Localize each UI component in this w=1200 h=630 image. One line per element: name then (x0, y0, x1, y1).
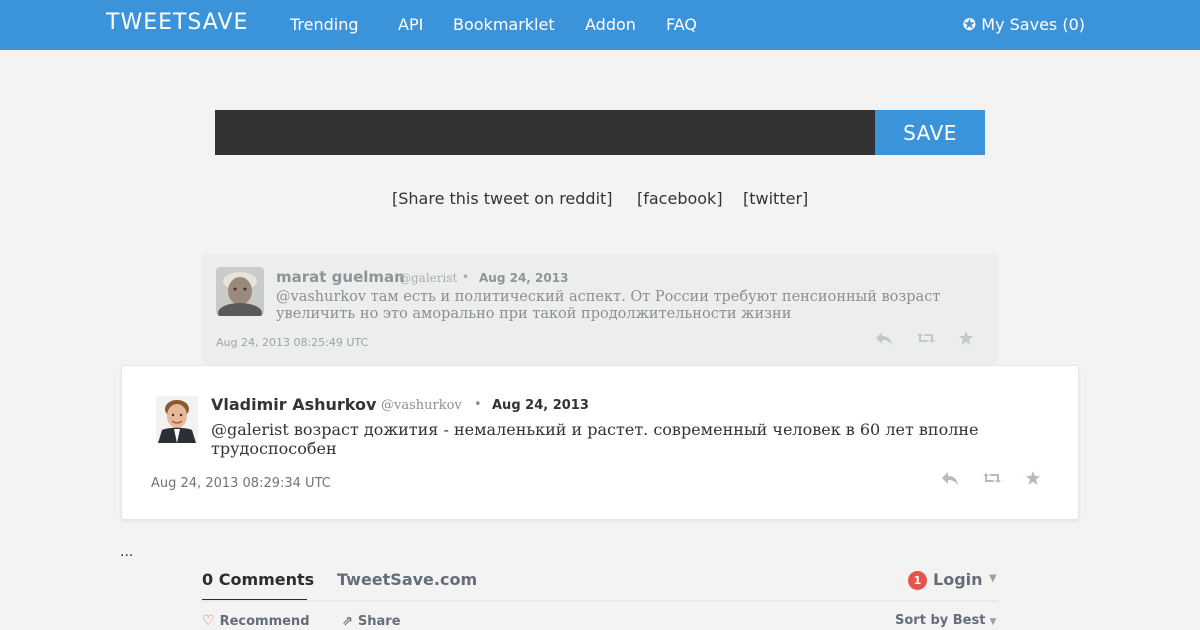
my-saves-label: My Saves (0) (981, 15, 1085, 34)
share-icon: ⇗ (342, 614, 353, 629)
author-name[interactable]: Vladimir Ashurkov (211, 395, 376, 414)
save-button[interactable]: SAVE (875, 110, 985, 155)
chevron-down-icon: ▼ (989, 617, 997, 627)
nav-api[interactable]: API (398, 15, 423, 34)
top-navbar: TWEETSAVE Trending API Bookmarklet Addon… (0, 0, 1200, 50)
author-handle[interactable]: @galerist (399, 271, 457, 285)
sort-dropdown[interactable]: Sort by Best ▼ (895, 613, 996, 628)
reply-icon[interactable] (941, 470, 959, 486)
tweet-timestamp: Aug 24, 2013 08:29:34 UTC (151, 476, 331, 491)
nav-faq[interactable]: FAQ (666, 15, 697, 34)
favorite-icon[interactable] (958, 330, 974, 346)
reply-icon[interactable] (875, 330, 893, 346)
sort-label: Sort by Best (895, 613, 986, 628)
tweet-url-input[interactable] (215, 110, 875, 155)
avatar[interactable] (216, 267, 264, 316)
share-reddit-link[interactable]: [Share this tweet on reddit] (392, 189, 613, 208)
heart-icon: ♡ (202, 613, 215, 629)
nav-addon[interactable]: Addon (585, 15, 636, 34)
nav-trending[interactable]: Trending (290, 15, 359, 34)
separator-dot: • (474, 397, 482, 412)
notification-badge[interactable]: 1 (908, 571, 927, 590)
share-label: Share (357, 614, 401, 629)
author-handle[interactable]: @vashurkov (381, 398, 462, 413)
tweet-date[interactable]: Aug 24, 2013 (492, 398, 589, 413)
recommend-label: Recommend (219, 614, 310, 629)
my-saves-link[interactable]: ✪ My Saves (0) (963, 15, 1085, 34)
login-button[interactable]: Login (933, 570, 983, 589)
tweet-text: @vashurkov там есть и политический аспек… (276, 289, 941, 322)
tab-community[interactable]: TweetSave.com (337, 570, 477, 589)
parent-tweet-card: marat guelman @galerist • Aug 24, 2013 @… (202, 254, 998, 364)
avatar[interactable] (156, 396, 198, 443)
retweet-icon[interactable] (916, 330, 936, 346)
share-button[interactable]: ⇗ Share (342, 614, 401, 629)
chevron-down-icon[interactable]: ▼ (989, 573, 997, 584)
tweet-date[interactable]: Aug 24, 2013 (479, 271, 568, 285)
gear-star-icon: ✪ (962, 15, 977, 34)
share-facebook-link[interactable]: [facebook] (637, 189, 723, 208)
share-twitter-link[interactable]: [twitter] (743, 189, 808, 208)
separator-dot: • (462, 270, 470, 284)
more-indicator: ... (120, 544, 134, 560)
tweet-timestamp: Aug 24, 2013 08:25:49 UTC (216, 336, 369, 349)
author-name[interactable]: marat guelman (276, 268, 405, 286)
logo[interactable]: TWEETSAVE (106, 10, 248, 35)
nav-bookmarklet[interactable]: Bookmarklet (453, 15, 555, 34)
tab-comments[interactable]: 0 Comments (202, 570, 314, 589)
main-tweet-card: Vladimir Ashurkov @vashurkov • Aug 24, 2… (121, 365, 1079, 520)
tweet-text: @galerist возраст дожития - немаленький … (211, 420, 979, 458)
favorite-icon[interactable] (1025, 470, 1041, 486)
recommend-button[interactable]: ♡ Recommend (202, 613, 310, 629)
retweet-icon[interactable] (982, 470, 1002, 486)
divider (202, 600, 998, 602)
